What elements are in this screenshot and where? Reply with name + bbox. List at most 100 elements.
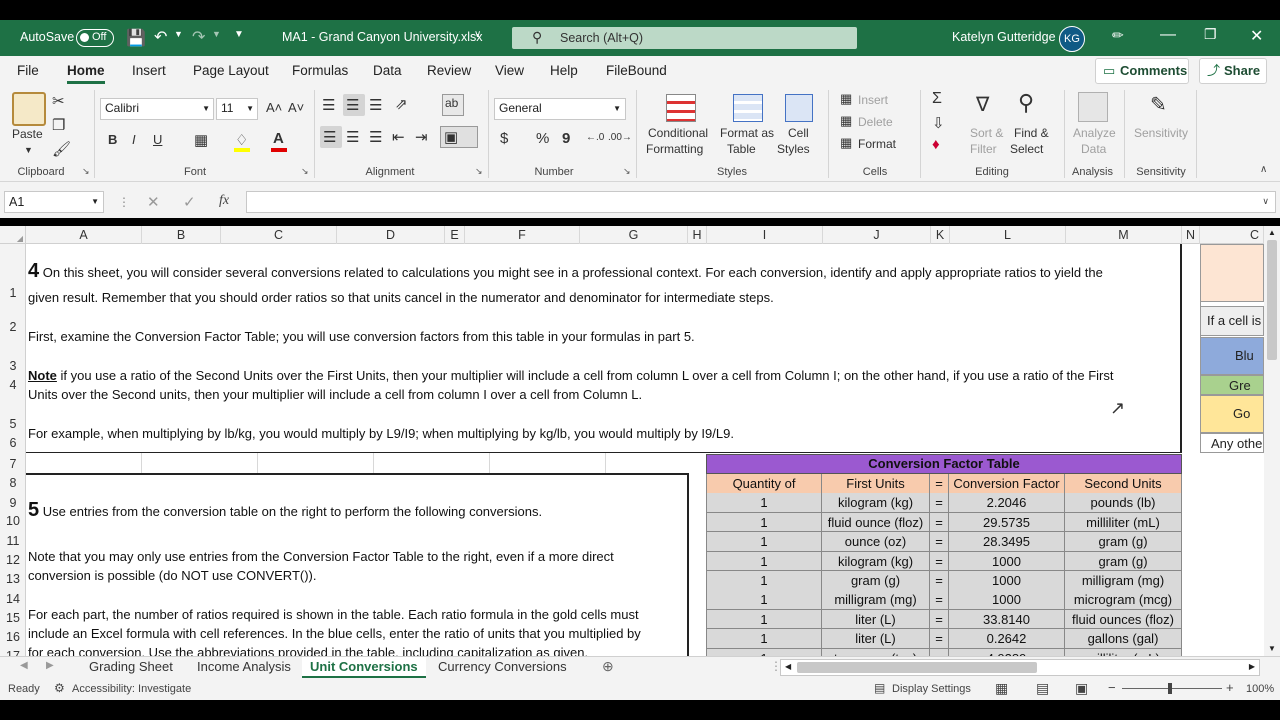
column-header[interactable]: A xyxy=(26,226,142,244)
sort-filter-button[interactable]: Sort & xyxy=(970,125,1003,141)
format-cells-button[interactable]: Format xyxy=(858,136,896,152)
name-box[interactable]: A1 ▼ xyxy=(4,191,104,213)
table-cell[interactable]: microgram (mcg) xyxy=(1065,590,1182,610)
table-cell[interactable]: 28.3495 xyxy=(949,532,1065,552)
search-box[interactable]: ⚲ Search (Alt+Q) xyxy=(512,27,857,49)
column-header[interactable]: C xyxy=(1200,226,1264,244)
find-select-label2[interactable]: Select xyxy=(1010,141,1043,157)
row-header[interactable]: 7 xyxy=(0,457,26,471)
row-header[interactable]: 5 xyxy=(0,417,26,431)
column-header[interactable]: B xyxy=(142,226,221,244)
column-header[interactable]: I xyxy=(707,226,823,244)
orientation-icon[interactable]: ⇗ xyxy=(395,95,408,113)
row-header[interactable]: 13 xyxy=(0,572,26,586)
row-header[interactable]: 16 xyxy=(0,630,26,644)
sensitivity-icon[interactable]: ✎ xyxy=(1150,92,1167,117)
zoom-level[interactable]: 100% xyxy=(1246,683,1274,695)
comments-button[interactable]: ▭ Comments xyxy=(1095,58,1189,84)
column-heading-cell[interactable]: First Units xyxy=(822,474,930,494)
row-header[interactable]: 3 xyxy=(0,359,26,373)
column-heading-cell[interactable]: Quantity of xyxy=(706,474,822,494)
autosave-toggle[interactable]: Off xyxy=(76,29,114,47)
column-header[interactable]: C xyxy=(221,226,337,244)
formula-input[interactable]: ∨ xyxy=(246,191,1276,213)
clipboard-launcher-icon[interactable]: ↘ xyxy=(82,166,90,177)
customize-qat-icon[interactable]: ▼ xyxy=(234,29,244,40)
table-cell[interactable]: 1 xyxy=(706,629,822,649)
vertical-scrollbar[interactable]: ▲ ▼ xyxy=(1264,226,1280,656)
cancel-icon[interactable]: ✕ xyxy=(147,193,160,211)
horizontal-scrollbar[interactable]: ◀ ▶ xyxy=(780,659,1260,676)
tab-data[interactable]: Data xyxy=(373,63,402,78)
horizontal-scroll-thumb[interactable] xyxy=(797,662,1037,673)
zoom-out-icon[interactable]: − xyxy=(1108,680,1116,695)
find-select-icon[interactable]: ⚲ xyxy=(1018,90,1034,116)
wrap-text-icon[interactable]: ab xyxy=(445,96,458,110)
add-sheet-icon[interactable]: ⊕ xyxy=(602,658,614,675)
paste-dropdown-icon[interactable]: ▼ xyxy=(24,142,33,158)
column-header[interactable]: M xyxy=(1066,226,1182,244)
avatar[interactable]: KG xyxy=(1059,26,1085,52)
table-cell[interactable]: 0.2642 xyxy=(949,629,1065,649)
analyze-data-icon[interactable] xyxy=(1078,92,1108,122)
table-cell[interactable]: = xyxy=(930,551,949,572)
worksheet-grid[interactable]: 4 On this sheet, you will consider sever… xyxy=(26,244,1264,656)
row-header[interactable]: 2 xyxy=(0,320,26,334)
align-left-icon[interactable]: ☰ xyxy=(323,128,336,146)
column-header[interactable]: J xyxy=(823,226,931,244)
delete-cells-button[interactable]: Delete xyxy=(858,114,893,130)
row-header[interactable]: 15 xyxy=(0,611,26,625)
font-launcher-icon[interactable]: ↘ xyxy=(301,166,309,177)
sort-filter-icon[interactable]: ∇ xyxy=(976,92,989,117)
fill-icon[interactable]: ⇩ xyxy=(932,114,945,132)
autosum-icon[interactable]: Σ xyxy=(932,90,942,108)
analyze-data-button[interactable]: Analyze xyxy=(1073,125,1116,141)
decrease-indent-icon[interactable]: ⇤ xyxy=(392,128,405,146)
table-cell[interactable]: 1 xyxy=(706,551,822,572)
table-cell[interactable]: = xyxy=(930,629,949,649)
table-cell[interactable]: kilogram (kg) xyxy=(822,493,930,513)
table-cell[interactable]: 1 xyxy=(706,571,822,591)
column-header[interactable]: K xyxy=(931,226,950,244)
table-cell[interactable]: = xyxy=(930,648,949,656)
tab-insert[interactable]: Insert xyxy=(132,63,166,78)
zoom-in-icon[interactable]: + xyxy=(1226,680,1234,695)
table-cell[interactable]: 1 xyxy=(706,532,822,552)
enter-icon[interactable]: ✓ xyxy=(183,193,196,211)
italic-button[interactable]: I xyxy=(132,132,136,147)
table-cell[interactable]: milliliter (mL) xyxy=(1065,648,1182,656)
column-heading-cell[interactable]: = xyxy=(930,474,949,494)
insert-cells-button[interactable]: Insert xyxy=(858,92,888,108)
row-header[interactable]: 9 xyxy=(0,496,26,510)
increase-decimal-icon[interactable]: ←.0 xyxy=(586,132,604,143)
find-select-button[interactable]: Find & xyxy=(1014,125,1049,141)
row-header[interactable]: 11 xyxy=(0,534,26,548)
align-bottom-icon[interactable]: ☰ xyxy=(369,96,382,114)
format-as-table-label2[interactable]: Table xyxy=(727,141,756,157)
table-cell[interactable]: pounds (lb) xyxy=(1065,493,1182,513)
table-cell[interactable]: 1 xyxy=(706,648,822,656)
align-middle-icon[interactable]: ☰ xyxy=(346,96,359,114)
accessibility-icon[interactable]: ⚙ xyxy=(54,681,65,695)
restore-icon[interactable]: ❐ xyxy=(1204,26,1217,43)
tab-filebound[interactable]: FileBound xyxy=(606,63,667,78)
table-cell[interactable]: milliliter (mL) xyxy=(1065,512,1182,533)
column-heading-cell[interactable]: Second Units xyxy=(1065,474,1182,494)
cell-styles-button[interactable]: Cell xyxy=(788,125,809,141)
scroll-right-icon[interactable]: ▶ xyxy=(1249,662,1255,671)
table-cell[interactable]: = xyxy=(930,493,949,513)
table-cell[interactable]: 4.9289 xyxy=(949,648,1065,656)
insert-cells-icon[interactable]: ▦ xyxy=(840,91,852,107)
row-header[interactable]: 12 xyxy=(0,553,26,567)
table-cell[interactable]: gram (g) xyxy=(1065,551,1182,572)
column-header[interactable]: L xyxy=(950,226,1066,244)
format-as-table-button[interactable]: Format as xyxy=(720,125,774,141)
table-cell[interactable]: 1000 xyxy=(949,551,1065,572)
conditional-formatting-label2[interactable]: Formatting xyxy=(646,141,703,157)
row-header[interactable]: 1 xyxy=(0,286,26,300)
align-right-icon[interactable]: ☰ xyxy=(369,128,382,146)
select-all-button[interactable]: ◢ xyxy=(0,226,26,244)
sheet-tab-unit-conversions[interactable]: Unit Conversions xyxy=(302,657,426,678)
undo-dropdown-icon[interactable]: ▼ xyxy=(174,29,183,39)
table-cell[interactable]: 2.2046 xyxy=(949,493,1065,513)
